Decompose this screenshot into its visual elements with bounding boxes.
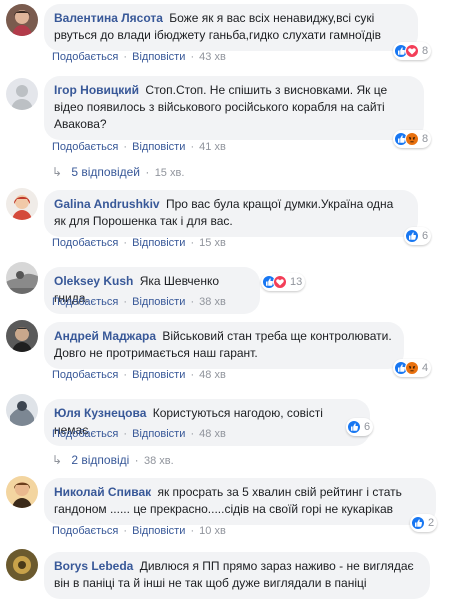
like-link[interactable]: Подобається (52, 369, 118, 381)
reactions-summary[interactable]: 4 (393, 359, 432, 377)
reply-link[interactable]: Відповісти (132, 296, 185, 308)
reactions-summary[interactable]: 13 (261, 273, 306, 291)
reply-link[interactable]: Відповісти (132, 51, 185, 63)
comment-author[interactable]: Николай Спивак (54, 485, 151, 499)
like-link[interactable]: Подобається (52, 51, 118, 63)
comment-actions: Подобається · Відповісти · 41 хв (52, 140, 226, 154)
comment-bubble: Ігор Новицкий Стоп.Стоп. Не спішить з ви… (44, 76, 424, 140)
separator: · (123, 141, 128, 153)
reactions-summary[interactable]: 8 (393, 130, 432, 148)
comment-time[interactable]: 10 хв (199, 525, 226, 537)
separator: · (190, 428, 195, 440)
reaction-count: 13 (290, 276, 303, 288)
view-replies-link[interactable]: ↳ 5 відповідей · 15 хв. (52, 165, 184, 179)
reply-arrow-icon: ↳ (52, 453, 63, 467)
like-icon (347, 420, 361, 434)
reply-link[interactable]: Відповісти (132, 525, 185, 537)
avatar[interactable] (6, 320, 38, 352)
comment-author[interactable]: Валентина Лясота (54, 11, 163, 25)
separator: · (190, 51, 195, 63)
separator: · (190, 369, 195, 381)
comment-actions: Подобається · Відповісти · 43 хв (52, 50, 226, 64)
love-icon (405, 44, 419, 58)
replies-count[interactable]: 2 відповіді (71, 453, 129, 467)
avatar[interactable] (6, 549, 38, 581)
reply-link[interactable]: Відповісти (132, 428, 185, 440)
reaction-count: 6 (364, 421, 371, 433)
comment-actions: Подобається · Відповісти · 10 хв (52, 524, 226, 538)
comment-bubble: Николай Спивак як просрать за 5 хвалин с… (44, 478, 436, 525)
love-icon (273, 275, 287, 289)
reactions-summary[interactable]: 6 (404, 227, 432, 245)
like-link[interactable]: Подобається (52, 141, 118, 153)
like-icon (411, 516, 425, 530)
avatar[interactable] (6, 262, 38, 294)
separator: · (123, 237, 128, 249)
comment-time[interactable]: 38 хв (199, 296, 226, 308)
avatar[interactable] (6, 394, 38, 426)
comment-time[interactable]: 48 хв (199, 428, 226, 440)
separator: · (190, 237, 195, 249)
comment-author[interactable]: Андрей Маджара (54, 329, 156, 343)
reactions-summary[interactable]: 6 (346, 418, 374, 436)
comment-bubble: Galina Andrushkiv Про вас була кращої ду… (44, 190, 418, 237)
separator: · (123, 296, 128, 308)
avatar[interactable] (6, 4, 38, 36)
replies-count[interactable]: 5 відповідей (71, 165, 140, 179)
comment-bubble: Валентина Лясота Боже як я вас всіх нена… (44, 4, 418, 51)
separator: · (145, 165, 150, 179)
replies-time: 38 хв. (143, 455, 174, 467)
comment-time[interactable]: 48 хв (199, 369, 226, 381)
like-icon (405, 229, 419, 243)
reaction-count: 4 (422, 362, 429, 374)
view-replies-link[interactable]: ↳ 2 відповіді · 38 хв. (52, 453, 174, 467)
reactions-summary[interactable]: 8 (393, 42, 432, 60)
reply-link[interactable]: Відповісти (132, 141, 185, 153)
angry-icon (405, 361, 419, 375)
avatar[interactable] (6, 78, 38, 110)
avatar[interactable] (6, 188, 38, 220)
comment-time[interactable]: 41 хв (199, 141, 226, 153)
like-link[interactable]: Подобається (52, 296, 118, 308)
comment-author[interactable]: Oleksey Kush (54, 274, 133, 288)
comment-bubble: Borys Lebeda Дивлюся я ПП прямо зараз на… (44, 552, 430, 599)
reply-arrow-icon: ↳ (52, 165, 63, 179)
comment-actions: Подобається · Відповісти · 15 хв (52, 236, 226, 250)
reply-link[interactable]: Відповісти (132, 369, 185, 381)
separator: · (123, 51, 128, 63)
separator: · (190, 141, 195, 153)
comment-actions: Подобається · Відповісти · 48 хв (52, 427, 226, 441)
comment-author[interactable]: Galina Andrushkiv (54, 197, 160, 211)
comment-actions: Подобається · Відповісти · 48 хв (52, 368, 226, 382)
reaction-count: 8 (422, 133, 429, 145)
reply-link[interactable]: Відповісти (132, 237, 185, 249)
comment-author[interactable]: Ігор Новицкий (54, 83, 139, 97)
separator: · (123, 428, 128, 440)
angry-icon (405, 132, 419, 146)
replies-time: 15 хв. (154, 167, 185, 179)
reaction-count: 6 (422, 230, 429, 242)
separator: · (123, 525, 128, 537)
reaction-count: 8 (422, 45, 429, 57)
comment-author[interactable]: Юля Кузнецова (54, 406, 146, 420)
separator: · (134, 453, 139, 467)
like-link[interactable]: Подобається (52, 237, 118, 249)
avatar[interactable] (6, 476, 38, 508)
comment-actions: Подобається · Відповісти · 38 хв (52, 295, 226, 309)
reaction-count: 2 (428, 517, 435, 529)
comment-author[interactable]: Borys Lebeda (54, 559, 133, 573)
like-link[interactable]: Подобається (52, 428, 118, 440)
separator: · (190, 525, 195, 537)
separator: · (190, 296, 195, 308)
comment-bubble: Андрей Маджара Військовий стан треба ще … (44, 322, 404, 369)
comment-time[interactable]: 15 хв (199, 237, 226, 249)
comment-time[interactable]: 43 хв (199, 51, 226, 63)
separator: · (123, 369, 128, 381)
like-link[interactable]: Подобається (52, 525, 118, 537)
reactions-summary[interactable]: 2 (410, 514, 438, 532)
